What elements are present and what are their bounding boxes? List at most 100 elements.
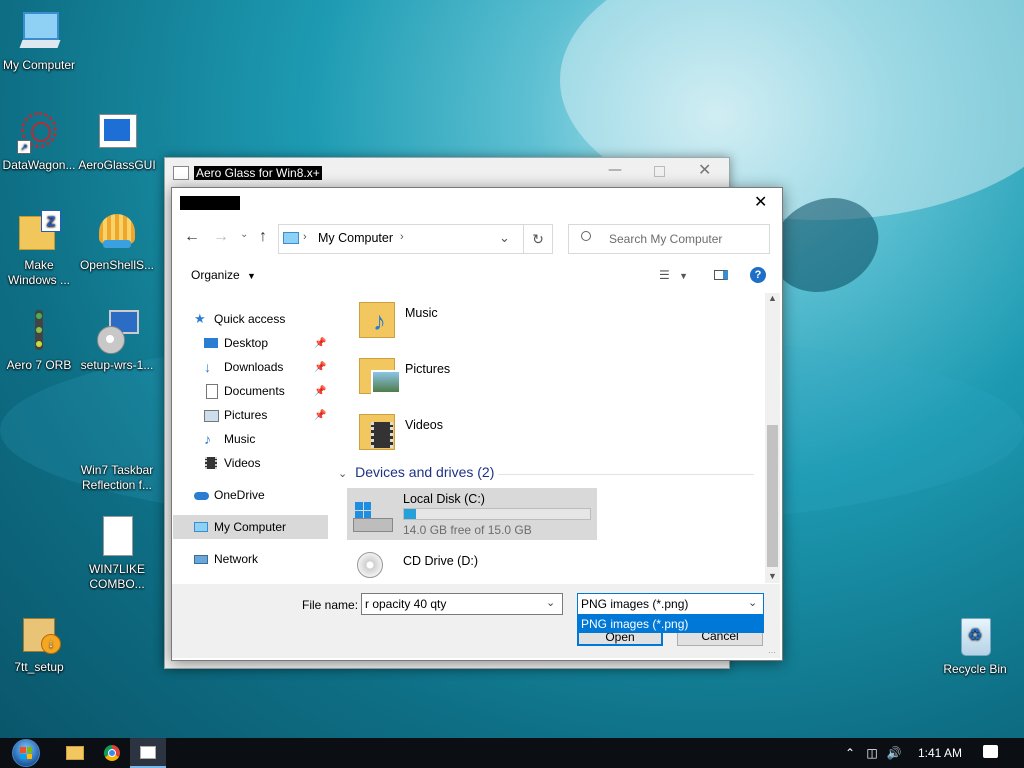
organize-label: Organize <box>191 268 240 282</box>
nav-onedrive[interactable]: OneDrive <box>194 484 265 506</box>
view-options-icon[interactable]: ☰ ▼ <box>659 268 688 282</box>
drive-free-space: 14.0 GB free of 15.0 GB <box>403 523 532 537</box>
volume-icon[interactable]: 🔊 <box>884 746 904 760</box>
nav-videos[interactable]: Videos <box>204 452 260 474</box>
desktop-icon-win7-taskbar[interactable]: Win7 Taskbar Reflection f... <box>78 463 156 493</box>
nav-documents[interactable]: Documents <box>204 380 285 402</box>
search-box[interactable]: Search My Computer <box>568 224 770 254</box>
pin-icon[interactable]: 📌 <box>314 362 326 373</box>
group-header-label: Devices and drives (2) <box>355 464 495 480</box>
desktop-icon-label-line2: COMBO... <box>89 577 145 591</box>
up-arrow-icon[interactable]: ↑ <box>259 228 267 246</box>
preview-pane-icon[interactable] <box>714 270 728 280</box>
cd-drive-icon <box>353 552 391 582</box>
drive-usage-bar <box>403 508 591 520</box>
help-icon[interactable]: ? <box>750 267 766 283</box>
desktop-icon-aeroglassgui[interactable]: AeroGlassGUI <box>78 110 156 173</box>
desktop-icon-aero7orb[interactable]: Aero 7 ORB <box>0 310 78 373</box>
scroll-down-icon[interactable]: ▼ <box>768 571 777 581</box>
scroll-up-icon[interactable]: ▲ <box>768 293 777 303</box>
nav-my-computer[interactable]: My Computer <box>194 516 286 538</box>
pin-icon[interactable]: 📌 <box>314 410 326 421</box>
address-dropdown-icon[interactable]: ⌄ <box>499 230 510 246</box>
desktop-icon-datawagon[interactable]: ↗ DataWagon... <box>0 110 78 173</box>
desktop-icon-label: OpenShellS... <box>79 258 155 272</box>
folder-label: Music <box>405 306 438 320</box>
drive-local-disk-c[interactable]: Local Disk (C:) 14.0 GB free of 15.0 GB <box>347 488 597 540</box>
drive-cd-d[interactable]: CD Drive (D:) <box>347 548 597 582</box>
back-arrow-icon[interactable]: ← <box>184 228 200 246</box>
taskbar-file-explorer[interactable] <box>57 738 93 768</box>
nav-network[interactable]: Network <box>194 548 258 570</box>
breadcrumb-chevron-icon[interactable]: › <box>400 231 404 243</box>
document-icon <box>204 384 218 399</box>
nav-label: Desktop <box>224 336 269 350</box>
filename-field[interactable]: r opacity 40 qty ⌄ <box>361 593 563 615</box>
folder-videos[interactable]: Videos <box>359 410 443 458</box>
datawagon-icon: ↗ <box>17 110 61 154</box>
app-window-icon <box>140 745 156 759</box>
devices-group-header[interactable]: ⌄ Devices and drives (2) <box>338 464 756 482</box>
filetype-dropdown-list[interactable]: PNG images (*.png) <box>577 615 764 633</box>
desktop-icon-my-computer[interactable]: My Computer <box>0 10 78 73</box>
filename-input[interactable]: r opacity 40 qty <box>365 597 446 611</box>
scroll-thumb[interactable] <box>767 425 778 567</box>
start-button[interactable] <box>8 738 44 768</box>
folder-pictures[interactable]: Pictures <box>359 354 450 402</box>
nav-label: Videos <box>224 456 261 470</box>
desktop-icon-label: Recycle Bin <box>943 662 1007 676</box>
nav-label: Documents <box>224 384 285 398</box>
forward-arrow-icon[interactable]: → <box>213 228 229 246</box>
nav-label: Network <box>214 552 259 566</box>
desktop-icon-recycle-bin[interactable]: ♻ Recycle Bin <box>936 614 1014 677</box>
refresh-icon[interactable]: ↻ <box>523 225 552 253</box>
nav-desktop[interactable]: Desktop <box>204 332 268 354</box>
folder-music[interactable]: ♪ Music <box>359 298 438 346</box>
recent-locations-chevron-icon[interactable]: ⌄ <box>240 229 248 240</box>
address-bar[interactable]: › My Computer › ⌄ ↻ <box>278 224 553 254</box>
nav-downloads[interactable]: ↓ Downloads <box>204 356 283 378</box>
desktop-icon-win7like[interactable]: WIN7LIKE COMBO... <box>78 514 156 592</box>
minimize-button[interactable]: — <box>608 162 622 178</box>
content-scrollbar[interactable]: ▲ ▼ <box>765 293 780 583</box>
dialog-close-button[interactable]: ✕ <box>754 192 767 212</box>
desktop-icon-openshell[interactable]: OpenShellS... <box>78 210 156 273</box>
filetype-option[interactable]: PNG images (*.png) <box>581 617 688 631</box>
show-hidden-icons-icon[interactable]: ⌃ <box>842 746 858 760</box>
chevron-down-icon: ⌄ <box>338 468 348 480</box>
drive-name: Local Disk (C:) <box>403 492 485 506</box>
network-status-icon[interactable]: ◫ <box>862 746 882 760</box>
taskbar-active-app[interactable] <box>130 738 166 768</box>
network-icon <box>194 552 208 566</box>
resize-grip-icon[interactable]: ⋯ <box>768 648 776 657</box>
nav-label: My Computer <box>214 520 287 534</box>
breadcrumb-chevron-icon: › <box>303 231 307 243</box>
nav-pictures[interactable]: Pictures <box>204 404 267 426</box>
chevron-down-icon: ▼ <box>247 271 256 281</box>
filetype-select[interactable]: PNG images (*.png) ⌄ <box>577 593 764 615</box>
desktop-icon-make-windows[interactable]: Z Make Windows ... <box>0 210 78 288</box>
action-center-icon[interactable] <box>983 745 998 758</box>
nav-music[interactable]: ♪ Music <box>204 428 255 450</box>
chevron-down-icon: ⌄ <box>748 597 758 609</box>
desktop-icon-setup-wrs[interactable]: setup-wrs-1... <box>78 310 156 373</box>
search-input[interactable]: Search My Computer <box>609 232 722 246</box>
organize-button[interactable]: Organize ▼ <box>191 268 256 282</box>
app-window-icon <box>173 166 189 180</box>
clock[interactable]: 1:41 AM <box>918 746 962 760</box>
computer-icon <box>194 520 208 534</box>
maximize-button[interactable] <box>654 166 665 177</box>
drive-usage-fill <box>404 509 417 519</box>
chevron-down-icon[interactable]: ⌄ <box>546 596 555 609</box>
desktop-icon-label-line2: Reflection f... <box>81 478 153 492</box>
desktop-icon-label: 7tt_setup <box>14 660 64 674</box>
taskbar-chrome[interactable] <box>94 738 130 768</box>
breadcrumb-my-computer[interactable]: My Computer <box>318 231 393 245</box>
folder-label: Videos <box>405 418 443 432</box>
nav-quick-access[interactable]: ★ Quick access <box>194 308 285 330</box>
pin-icon[interactable]: 📌 <box>314 338 326 349</box>
recycle-bin-icon: ♻ <box>953 614 997 658</box>
pin-icon[interactable]: 📌 <box>314 386 326 397</box>
desktop-icon-7tt-setup[interactable]: ↓ 7tt_setup <box>0 612 78 675</box>
close-button[interactable]: ✕ <box>698 160 711 179</box>
